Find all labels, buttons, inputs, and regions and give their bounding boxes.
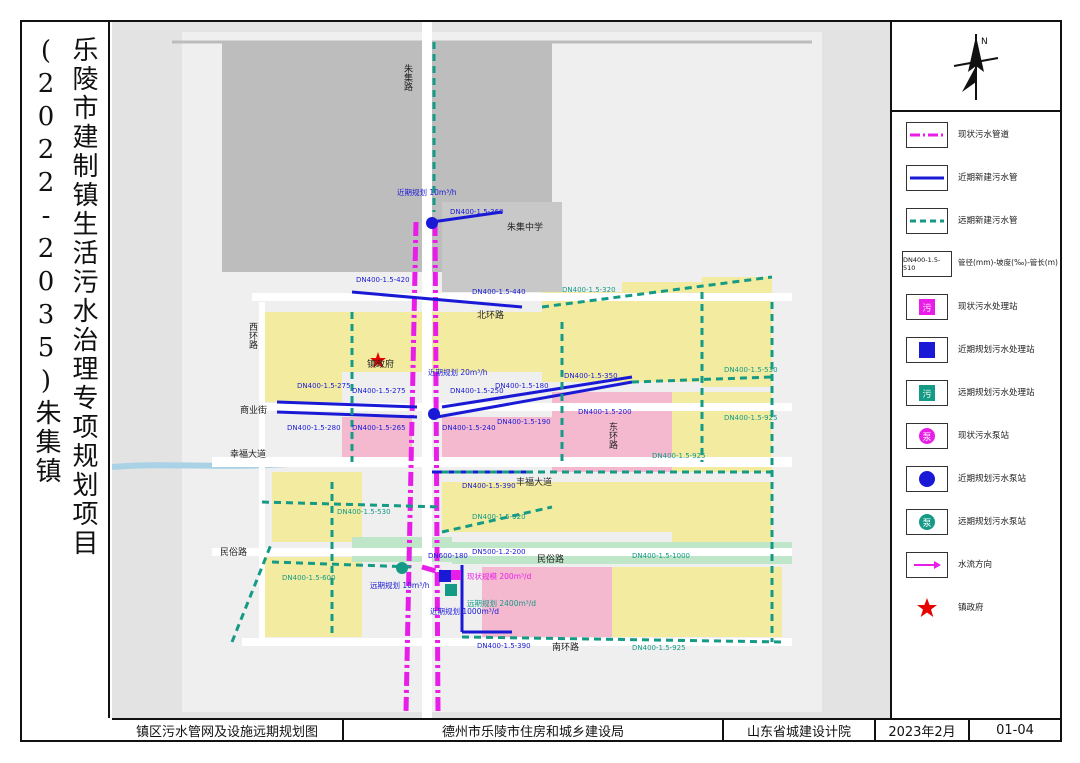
pipe-label: DN400-1.5-360 [450, 208, 504, 216]
road-label-fengfu: 丰福大道 [516, 476, 552, 488]
compass-icon: N [953, 34, 999, 100]
near-term-pump-station-icon [906, 466, 948, 492]
town-gov-label: 镇政府 [367, 358, 394, 370]
pipe-label: DN400-1.5-200 [578, 408, 632, 416]
road-label-minyu-east: 民俗路 [537, 553, 564, 565]
road-label-zhuji: 朱集路 [402, 63, 413, 92]
map-canvas[interactable]: 朱集路 北环路 西环路 商业街 幸福大道 丰福大道 民俗路 民俗路 南环路 东环… [112, 22, 890, 718]
existing-sewer-line-icon [906, 122, 948, 148]
pipe-label: DN400-1.5-275 [297, 382, 351, 390]
pipe-label: DN400-1.5-925 [632, 644, 686, 652]
existing-treatment-plant-icon: 污 [906, 294, 948, 320]
legend-item-long-term-pump: 泵 远期规划污水泵站 [892, 506, 1060, 542]
road-label-xihuan: 西环路 [247, 322, 258, 350]
pipe-spec-box-icon: DN400-1.5-510 [902, 251, 952, 277]
north-arrow: N [892, 22, 1060, 112]
existing-pump-station-icon: 泵 [906, 423, 948, 449]
facility-note: 远期规划 10m³/h [370, 580, 430, 590]
pipe-label: DN400-1.5-600 [282, 574, 336, 582]
client-name: 德州市乐陵市住房和城乡建设局 [344, 720, 724, 740]
pipe-label: DN400-1.5-440 [472, 288, 526, 296]
road-label-xingfu: 幸福大道 [230, 448, 266, 460]
school-label: 朱集中学 [507, 221, 543, 233]
residential-block [612, 567, 712, 637]
drawing-date: 2023年2月 [876, 720, 970, 740]
pipe-label: DN400-1.5-920 [472, 513, 526, 521]
residential-block [552, 482, 672, 532]
town-government-star-icon [906, 595, 948, 621]
pipe-label: DN400-1.5-265 [352, 424, 406, 432]
long-term-pump-station[interactable] [396, 562, 408, 574]
map-svg: 朱集路 北环路 西环路 商业街 幸福大道 丰福大道 民俗路 民俗路 南环路 东环… [112, 22, 890, 718]
legend-item-near-term-sewer: 近期新建污水管 [892, 162, 1060, 198]
legend-item-existing-pump: 泵 现状污水泵站 [892, 420, 1060, 456]
legend-item-near-term-treatment: 近期规划污水处理站 [892, 334, 1060, 370]
facility-note: 远期规划 2400m³/d [467, 598, 536, 608]
pipe-label: DN400-1.5-420 [356, 276, 410, 284]
road-label-minyu: 民俗路 [220, 546, 247, 558]
near-term-pump-station[interactable] [428, 408, 440, 420]
existing-treatment-plant[interactable] [451, 570, 461, 580]
pipe-label: DN400-1.5-250 [450, 387, 504, 395]
legend-item-near-term-pump: 近期规划污水泵站 [892, 463, 1060, 499]
road-label-beihuan: 北环路 [477, 309, 504, 321]
pipe-label: DN400-1.5-320 [562, 286, 616, 294]
designer-name: 山东省城建设计院 [724, 720, 876, 740]
road-label-donghuan: 东环路 [607, 421, 618, 450]
road-label-shangye: 商业街 [240, 404, 267, 416]
pipe-label: DN600-180 [428, 552, 468, 560]
pipe-label: DN400-1.5-240 [442, 424, 496, 432]
flow-direction-arrow-icon [906, 552, 948, 578]
pipe-label: DN400-1.5-1000 [632, 552, 690, 560]
near-term-pump-station[interactable] [426, 217, 438, 229]
facility-note: 现状规模 200m³/d [467, 571, 532, 581]
facility-note: 近期规划 20m³/h [428, 367, 488, 377]
pipe-label: DN400-1.5-925 [652, 452, 706, 460]
residential-block [272, 472, 362, 542]
long-term-treatment-plant[interactable] [445, 584, 457, 596]
long-term-pump-station-icon: 泵 [906, 509, 948, 535]
residential-block [432, 312, 542, 372]
facility-note: 近期规划 10m³/h [397, 187, 457, 197]
legend-panel: N 现状污水管道 近期新建污水管 远期新建污水管 DN400-1.5-510 管… [890, 22, 1060, 718]
side-title-panel: 乐陵市建制镇生活污水治理专项规划项目(2022-2035)朱集镇 [22, 22, 110, 718]
road-label-nanhuan: 南环路 [552, 641, 579, 653]
near-term-treatment-plant[interactable] [439, 570, 451, 582]
legend-item-existing-treatment: 污 现状污水处理站 [892, 291, 1060, 327]
legend-item-flow-direction: 水流方向 [892, 549, 1060, 585]
legend-item-existing-sewer: 现状污水管道 [892, 119, 1060, 155]
pipe-label: DN400-1.5-925 [724, 414, 778, 422]
legend-item-long-term-sewer: 远期新建污水管 [892, 205, 1060, 241]
pipe-label: DN400-1.5-350 [564, 372, 618, 380]
near-term-treatment-plant-icon [906, 337, 948, 363]
pipe-label: DN400-1.5-275 [352, 387, 406, 395]
pipe-label: DN400-1.5-530 [337, 508, 391, 516]
title-block: 镇区污水管网及设施远期规划图 德州市乐陵市住房和城乡建设局 山东省城建设计院 2… [112, 718, 1060, 740]
pipe-label: DN400-1.5-280 [287, 424, 341, 432]
legend-item-town-gov: 镇政府 [892, 592, 1060, 628]
near-term-sewer-line-icon [906, 165, 948, 191]
residential-block [262, 557, 362, 637]
drawing-name: 镇区污水管网及设施远期规划图 [112, 720, 344, 740]
legend-item-long-term-treatment: 污 远期规划污水处理站 [892, 377, 1060, 413]
sheet-number: 01-04 [996, 722, 1034, 738]
legend-item-pipe-spec: DN400-1.5-510 管径(mm)-坡度(‰)-管长(m) [892, 248, 1060, 284]
pipe-label: DN500-1.2-200 [472, 548, 526, 556]
north-label: N [981, 37, 988, 47]
long-term-treatment-plant-icon: 污 [906, 380, 948, 406]
pipe-label: DN400-1.5-390 [462, 482, 516, 490]
side-title: 乐陵市建制镇生活污水治理专项规划项目(2022-2035)朱集镇 [31, 36, 98, 558]
pipe-label: DN400-1.5-390 [477, 642, 531, 650]
pipe-label: DN400-1.5-190 [497, 418, 551, 426]
pipe-label: DN400-1.5-530 [724, 366, 778, 374]
long-term-sewer-line-icon [906, 208, 948, 234]
